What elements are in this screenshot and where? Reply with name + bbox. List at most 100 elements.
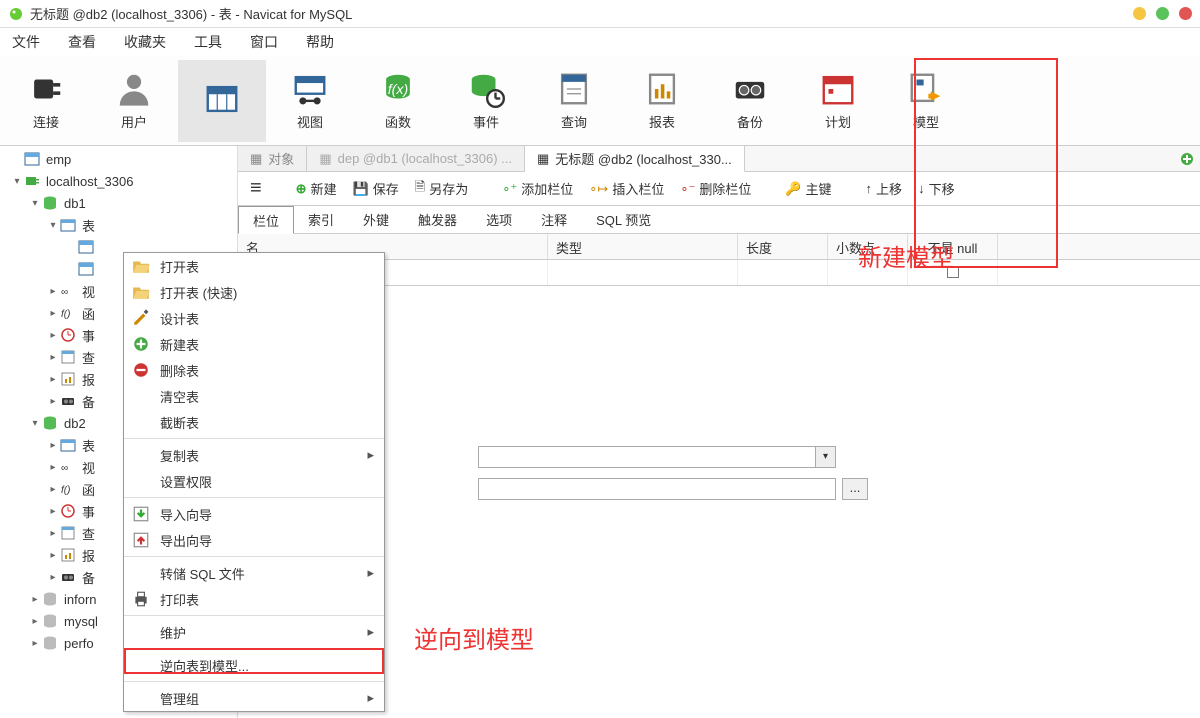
toolbar-model[interactable]: 模型	[882, 60, 970, 142]
context-menu-label: 导入向导	[160, 505, 212, 524]
context-menu-item[interactable]: 维护▸	[124, 619, 384, 645]
tree-item[interactable]: ▾表	[0, 214, 237, 236]
svg-text:f(x): f(x)	[388, 82, 409, 98]
menu-file[interactable]: 文件	[12, 32, 40, 52]
col-null-header[interactable]: 不是 null	[908, 234, 998, 259]
toolbar-user[interactable]: 用户	[90, 60, 178, 142]
context-menu-label: 截断表	[160, 413, 199, 432]
toolbar-clock[interactable]: 事件	[442, 60, 530, 142]
tree-item[interactable]: ▾localhost_3306	[0, 170, 237, 192]
minimize-button[interactable]	[1133, 7, 1146, 20]
designer-tab[interactable]: 索引	[294, 206, 349, 233]
menu-tools[interactable]: 工具	[194, 32, 222, 52]
context-menu-item[interactable]: 导入向导	[124, 501, 384, 527]
tree-caret-icon[interactable]: ▸	[48, 550, 58, 561]
tree-caret-icon[interactable]: ▸	[48, 286, 58, 297]
tree-caret-icon[interactable]: ▾	[48, 220, 58, 231]
tree-caret-icon[interactable]: ▸	[48, 374, 58, 385]
designer-tab[interactable]: 栏位	[238, 206, 294, 234]
editor-tab[interactable]: ▦对象	[238, 146, 307, 171]
context-menu-item[interactable]: 导出向导	[124, 527, 384, 553]
move-down-button[interactable]: ↓下移	[912, 177, 961, 200]
tree-caret-icon[interactable]: ▸	[48, 506, 58, 517]
new-button[interactable]: ⊕新建	[290, 177, 343, 200]
toolbar-query[interactable]: 查询	[530, 60, 618, 142]
maximize-button[interactable]	[1156, 7, 1169, 20]
new-icon	[132, 335, 150, 353]
tree-caret-icon[interactable]: ▾	[30, 198, 40, 209]
delete-column-button[interactable]: ∘⁻删除栏位	[674, 177, 757, 200]
context-menu-item[interactable]: 设计表	[124, 305, 384, 331]
tree-caret-icon[interactable]: ▸	[48, 462, 58, 473]
chevron-down-icon[interactable]: ▾	[815, 447, 835, 467]
col-dec-header[interactable]: 小数点	[828, 234, 908, 259]
toolbar-view[interactable]: 视图	[266, 60, 354, 142]
context-menu-item[interactable]: 管理组▸	[124, 685, 384, 711]
toolbar-report[interactable]: 报表	[618, 60, 706, 142]
save-button[interactable]: 💾保存	[347, 177, 405, 200]
tree-caret-icon[interactable]: ▾	[12, 176, 22, 187]
designer-tab[interactable]: 选项	[472, 206, 527, 233]
toolbar-backup[interactable]: 备份	[706, 60, 794, 142]
menu-window[interactable]: 窗口	[250, 32, 278, 52]
property-combo[interactable]: ▾	[478, 446, 836, 468]
hamburger-button[interactable]: ≡	[244, 175, 268, 202]
move-up-button[interactable]: ↑上移	[860, 177, 909, 200]
context-menu-item[interactable]: 删除表	[124, 357, 384, 383]
notnull-checkbox[interactable]	[947, 266, 959, 278]
designer-tab[interactable]: 注释	[527, 206, 582, 233]
tree-caret-icon[interactable]: ▸	[48, 396, 58, 407]
toolbar-table[interactable]	[178, 60, 266, 142]
add-tab-button[interactable]	[1174, 146, 1200, 171]
designer-tab[interactable]: SQL 预览	[582, 206, 666, 233]
designer-tab[interactable]: 触发器	[404, 206, 472, 233]
fx-icon: f(x)	[379, 70, 417, 108]
tree-caret-icon[interactable]: ▸	[48, 440, 58, 451]
toolbar-plug[interactable]: 连接	[2, 60, 90, 142]
tree-caret-icon[interactable]: ▸	[30, 594, 40, 605]
context-menu-item[interactable]: 转储 SQL 文件▸	[124, 560, 384, 586]
context-menu-item[interactable]: 打印表	[124, 586, 384, 612]
property-text[interactable]	[478, 478, 836, 500]
evt-icon	[60, 327, 76, 343]
add-column-button[interactable]: ∘⁺添加栏位	[496, 177, 579, 200]
designer-tab[interactable]: 外键	[349, 206, 404, 233]
tree-caret-icon[interactable]: ▸	[48, 528, 58, 539]
toolbar-fx[interactable]: f(x)函数	[354, 60, 442, 142]
tree-item[interactable]: emp	[0, 148, 237, 170]
tree-caret-icon[interactable]: ▸	[48, 484, 58, 495]
blank-icon	[132, 472, 150, 490]
toolbar-schedule[interactable]: 计划	[794, 60, 882, 142]
context-menu-label: 打开表 (快速)	[160, 283, 237, 302]
tree-caret-icon[interactable]: ▸	[30, 616, 40, 627]
tree-caret-icon[interactable]: ▸	[48, 352, 58, 363]
editor-tab[interactable]: ▦dep @db1 (localhost_3306) ...	[307, 146, 525, 171]
context-menu-item[interactable]: 设置权限	[124, 468, 384, 494]
tree-caret-icon[interactable]: ▸	[48, 330, 58, 341]
context-menu-item[interactable]: 清空表	[124, 383, 384, 409]
primary-key-button[interactable]: 🔑主键	[779, 177, 837, 200]
saveas-button[interactable]: 🗎另存为	[409, 176, 474, 202]
context-menu-item[interactable]: 新建表	[124, 331, 384, 357]
context-menu-item[interactable]: 打开表 (快速)	[124, 279, 384, 305]
context-menu-item[interactable]: 逆向表到模型...	[124, 652, 384, 678]
browse-button[interactable]: ...	[842, 478, 868, 500]
tree-caret-icon[interactable]: ▸	[48, 308, 58, 319]
tree-label: db2	[64, 416, 86, 431]
context-menu-label: 导出向导	[160, 531, 212, 550]
tree-caret-icon[interactable]: ▸	[30, 638, 40, 649]
col-len-header[interactable]: 长度	[738, 234, 828, 259]
tree-item[interactable]: ▾db1	[0, 192, 237, 214]
col-type-header[interactable]: 类型	[548, 234, 738, 259]
context-menu-item[interactable]: 截断表	[124, 409, 384, 435]
menu-favorites[interactable]: 收藏夹	[124, 32, 166, 52]
menu-view[interactable]: 查看	[68, 32, 96, 52]
close-button[interactable]	[1179, 7, 1192, 20]
tree-caret-icon[interactable]: ▾	[30, 418, 40, 429]
context-menu-item[interactable]: 打开表	[124, 253, 384, 279]
editor-tab[interactable]: ▦无标题 @db2 (localhost_330...	[525, 146, 745, 172]
context-menu-item[interactable]: 复制表▸	[124, 442, 384, 468]
menu-help[interactable]: 帮助	[306, 32, 334, 52]
insert-column-button[interactable]: ∘↦插入栏位	[583, 177, 670, 200]
tree-caret-icon[interactable]: ▸	[48, 572, 58, 583]
